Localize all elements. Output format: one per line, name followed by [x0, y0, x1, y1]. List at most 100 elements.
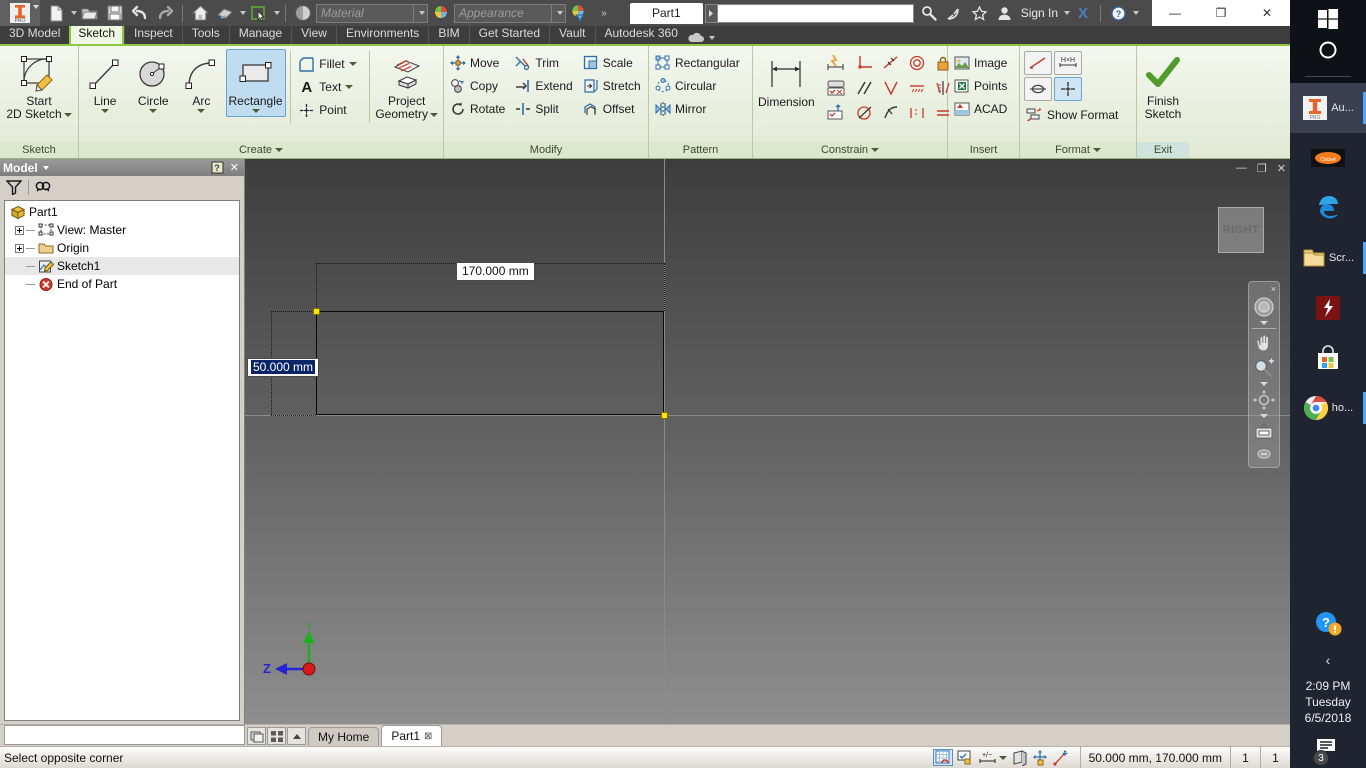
stretch-button[interactable]: Stretch [579, 75, 647, 97]
point-coordinate-icon[interactable] [1052, 749, 1070, 766]
circle-button[interactable]: Circle [129, 49, 177, 117]
appearance-filter-icon[interactable] [567, 2, 591, 24]
fillet-button[interactable]: Fillet [294, 53, 362, 75]
chevron-down-icon[interactable] [871, 148, 880, 152]
navbar-close-icon[interactable]: × [1271, 285, 1276, 294]
new-dropdown-icon[interactable] [71, 11, 77, 15]
autodesk-exchange-icon[interactable]: X [1071, 2, 1095, 24]
taskbar-item-flash[interactable] [1290, 283, 1366, 333]
start-icon[interactable] [1317, 8, 1339, 30]
nav-settings-icon[interactable] [1250, 445, 1278, 463]
taskbar-item-microsoft-store[interactable] [1290, 333, 1366, 383]
cloud-status[interactable] [687, 32, 723, 44]
slice-graphics-icon[interactable] [1011, 749, 1028, 766]
help-notification-icon[interactable]: ? [1314, 604, 1342, 646]
search-input[interactable] [717, 3, 914, 23]
taskbar-item-edge[interactable] [1290, 183, 1366, 233]
insert-image-button[interactable]: Image [950, 52, 1013, 74]
tree-node-origin[interactable]: Origin [5, 239, 239, 257]
dimension-width-input[interactable]: 170.000 mm [456, 262, 535, 281]
tab-tools[interactable]: Tools [181, 24, 229, 44]
copy-button[interactable]: Copy [446, 75, 511, 97]
tab-view[interactable]: View [291, 24, 336, 44]
tree-node-part1[interactable]: Part1 [5, 203, 239, 221]
extend-button[interactable]: Extend [511, 75, 578, 97]
plus-minus-dropdown-icon[interactable] [998, 755, 1007, 760]
construction-icon[interactable] [1032, 749, 1049, 766]
help-dropdown-icon[interactable] [1133, 11, 1140, 15]
project-geometry-button[interactable]: Project Geometry [372, 49, 441, 125]
panel-title-create[interactable]: Create [79, 142, 443, 158]
sign-in-dropdown-icon[interactable] [1064, 11, 1071, 15]
doc-tab-my-home[interactable]: My Home [308, 727, 380, 746]
coincident-constraint-icon[interactable] [879, 76, 904, 100]
move-button[interactable]: Move [446, 52, 511, 74]
driven-dimension-icon[interactable]: H×H [1054, 51, 1082, 75]
circular-pattern-button[interactable]: Circular [651, 75, 746, 97]
mirror-button[interactable]: Mirror [651, 98, 746, 120]
appearance-dropdown-icon[interactable] [552, 3, 566, 23]
restore-button[interactable]: ❐ [1198, 0, 1244, 26]
thumbnail-view-icon[interactable] [267, 727, 286, 745]
satellite-icon[interactable] [943, 2, 967, 24]
split-button[interactable]: Split [511, 98, 578, 120]
concentric-constraint-icon[interactable] [905, 51, 930, 75]
doc-tab-part1[interactable]: Part1 ⊠ [381, 725, 443, 746]
qat-overflow-icon[interactable]: » [592, 2, 616, 24]
graphics-minimize-button[interactable]: — [1236, 162, 1247, 175]
tree-node-end-of-part[interactable]: End of Part [5, 275, 239, 293]
point-button[interactable]: Point [294, 99, 362, 121]
tab-3d-model[interactable]: 3D Model [0, 24, 69, 44]
tab-sketch[interactable]: Sketch [69, 24, 125, 44]
tree-node-sketch1[interactable]: Sketch1 [5, 257, 239, 275]
arc-button[interactable]: Arc [177, 49, 225, 117]
search-expand-icon[interactable] [704, 3, 718, 23]
arc-dropdown-icon[interactable] [197, 109, 206, 113]
tree-node-view-master[interactable]: View: Master [5, 221, 239, 239]
trim-button[interactable]: Trim [511, 52, 578, 74]
look-at-icon[interactable] [1250, 420, 1278, 444]
rectangle-button[interactable]: Rectangle [225, 49, 286, 117]
parallel-constraint-icon[interactable] [853, 76, 878, 100]
steering-wheel-dropdown-icon[interactable] [1260, 321, 1268, 325]
user-account-icon[interactable] [993, 2, 1017, 24]
sign-in-button[interactable]: Sign In [1018, 6, 1061, 20]
action-center-button[interactable]: 3 [1313, 730, 1341, 768]
sketch-vertex-end[interactable] [661, 412, 668, 419]
tab-bim[interactable]: BIM [428, 24, 468, 44]
scale-button[interactable]: Scale [579, 52, 647, 74]
steering-wheel-icon[interactable] [1250, 295, 1278, 319]
centerline-icon[interactable] [1024, 77, 1052, 101]
show-hidden-icons-button[interactable]: ‹ [1326, 646, 1331, 678]
collinear-constraint-icon[interactable] [905, 76, 930, 100]
tile-windows-icon[interactable] [247, 727, 266, 745]
perpendicular-constraint-icon[interactable] [853, 51, 878, 75]
text-dropdown-icon[interactable] [345, 85, 354, 89]
find-icon[interactable] [35, 180, 53, 195]
help-icon[interactable]: ? [1106, 2, 1130, 24]
offset-button[interactable]: Offset [579, 98, 647, 120]
graphics-restore-button[interactable]: ❐ [1257, 162, 1267, 175]
tab-get-started[interactable]: Get Started [468, 24, 549, 44]
rectangle-dropdown-icon[interactable] [251, 109, 260, 113]
taskbar-item-file-explorer[interactable]: Scr... [1290, 233, 1366, 283]
tab-vault[interactable]: Vault [549, 24, 594, 44]
tab-manage[interactable]: Manage [228, 24, 291, 44]
project-geometry-dropdown-icon[interactable] [430, 112, 438, 117]
dimension-button[interactable]: Dimension [755, 50, 818, 113]
return-icon[interactable] [213, 2, 237, 24]
browser-close-icon[interactable]: ✕ [228, 161, 241, 174]
graphics-window[interactable]: — ❐ ✕ 170.000 mm 50.000 mm RIGHT × Y Z [245, 159, 1290, 724]
taskbar-item-inventor[interactable]: PRO Au... [1290, 83, 1366, 133]
show-constraints-icon[interactable] [824, 101, 849, 125]
dimension-display-icon[interactable] [957, 750, 974, 766]
panel-title-format[interactable]: Format [1020, 142, 1136, 158]
expand-icon[interactable] [15, 225, 24, 235]
smooth-constraint-icon[interactable] [853, 101, 878, 125]
pan-icon[interactable] [1250, 331, 1278, 355]
chevron-down-icon[interactable] [63, 112, 72, 117]
taskbar-clock[interactable]: 2:09 PM Tuesday 6/5/2018 [1305, 678, 1352, 730]
close-button[interactable]: ✕ [1244, 0, 1290, 26]
select-dropdown-icon[interactable] [274, 11, 280, 15]
tangent-constraint-icon[interactable] [879, 51, 904, 75]
